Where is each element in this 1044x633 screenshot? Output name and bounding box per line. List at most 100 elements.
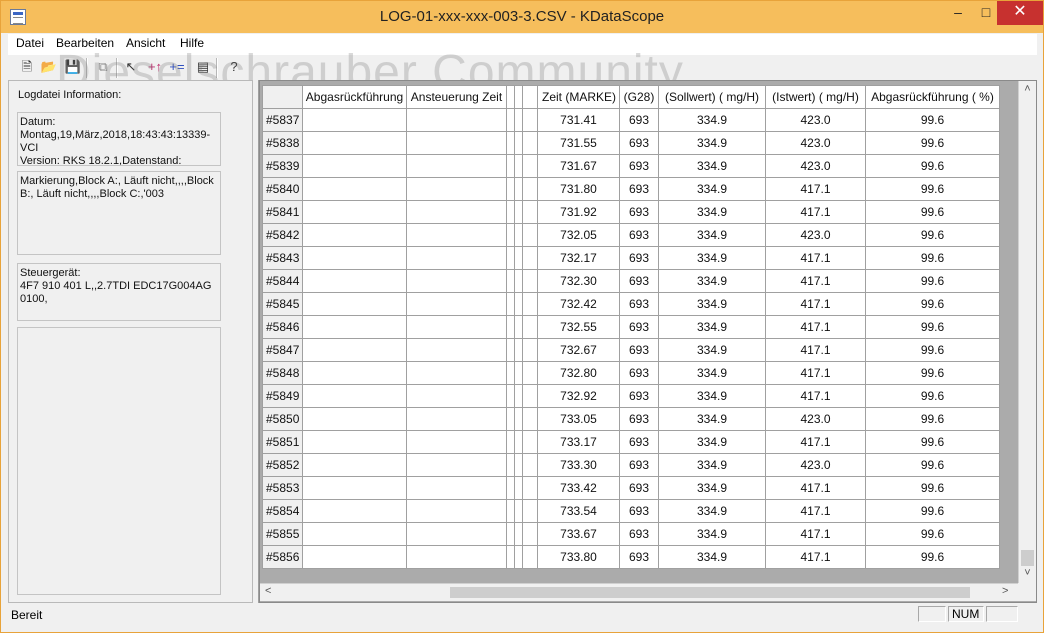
table-cell[interactable]: 732.30 — [537, 269, 620, 293]
table-cell[interactable] — [514, 430, 523, 454]
open-folder-icon[interactable]: 📂 — [40, 58, 58, 76]
table-cell[interactable]: 693 — [619, 177, 659, 201]
table-cell[interactable] — [406, 200, 507, 224]
column-header[interactable]: (Sollwert) ( mg/H) — [658, 85, 766, 109]
row-number[interactable]: #5852 — [262, 453, 303, 477]
table-cell[interactable]: 99.6 — [865, 177, 1000, 201]
table-cell[interactable] — [302, 361, 407, 385]
row-number[interactable]: #5847 — [262, 338, 303, 362]
table-cell[interactable] — [514, 522, 523, 546]
print-icon[interactable]: ▤ — [194, 58, 212, 76]
table-cell[interactable] — [514, 338, 523, 362]
table-cell[interactable] — [514, 269, 523, 293]
row-number[interactable]: #5845 — [262, 292, 303, 316]
table-cell[interactable] — [506, 545, 515, 569]
table-cell[interactable] — [302, 384, 407, 408]
table-cell[interactable]: 423.0 — [765, 453, 866, 477]
table-cell[interactable] — [514, 223, 523, 247]
table-cell[interactable]: 693 — [619, 430, 659, 454]
table-cell[interactable]: 693 — [619, 246, 659, 270]
table-cell[interactable]: 693 — [619, 108, 659, 132]
copy-icon[interactable]: ⧉ — [94, 58, 112, 76]
table-cell[interactable]: 334.9 — [658, 453, 766, 477]
table-cell[interactable] — [302, 223, 407, 247]
table-cell[interactable]: 732.17 — [537, 246, 620, 270]
row-number[interactable]: #5846 — [262, 315, 303, 339]
table-cell[interactable]: 417.1 — [765, 361, 866, 385]
table-cell[interactable]: 693 — [619, 407, 659, 431]
table-cell[interactable] — [514, 177, 523, 201]
table-cell[interactable]: 733.30 — [537, 453, 620, 477]
vertical-scroll-thumb[interactable] — [1021, 550, 1034, 566]
table-cell[interactable]: 417.1 — [765, 338, 866, 362]
table-cell[interactable] — [506, 223, 515, 247]
table-cell[interactable] — [514, 292, 523, 316]
row-number[interactable]: #5837 — [262, 108, 303, 132]
table-cell[interactable]: 731.92 — [537, 200, 620, 224]
table-row[interactable]: #5847 732.67 693 334.9 417.1 99.6 — [262, 338, 1000, 362]
table-cell[interactable]: 733.17 — [537, 430, 620, 454]
table-cell[interactable]: 334.9 — [658, 499, 766, 523]
table-cell[interactable] — [506, 200, 515, 224]
table-cell[interactable]: 731.80 — [537, 177, 620, 201]
table-cell[interactable] — [522, 246, 538, 270]
table-cell[interactable] — [522, 430, 538, 454]
row-number[interactable]: #5841 — [262, 200, 303, 224]
table-cell[interactable]: 417.1 — [765, 177, 866, 201]
column-header[interactable] — [522, 85, 538, 109]
table-cell[interactable] — [406, 131, 507, 155]
table-row[interactable]: #5842 732.05 693 334.9 423.0 99.6 — [262, 223, 1000, 247]
table-cell[interactable]: 334.9 — [658, 430, 766, 454]
table-cell[interactable] — [506, 315, 515, 339]
row-number[interactable]: #5839 — [262, 154, 303, 178]
horizontal-scrollbar[interactable]: < > — [260, 583, 1018, 601]
table-cell[interactable]: 423.0 — [765, 154, 866, 178]
table-row[interactable]: #5845 732.42 693 334.9 417.1 99.6 — [262, 292, 1000, 316]
table-cell[interactable] — [522, 292, 538, 316]
table-cell[interactable]: 99.6 — [865, 476, 1000, 500]
table-cell[interactable] — [522, 177, 538, 201]
table-cell[interactable]: 733.80 — [537, 545, 620, 569]
table-cell[interactable]: 693 — [619, 499, 659, 523]
table-cell[interactable] — [506, 453, 515, 477]
table-cell[interactable] — [506, 384, 515, 408]
row-number[interactable]: #5850 — [262, 407, 303, 431]
table-cell[interactable] — [302, 315, 407, 339]
table-cell[interactable]: 417.1 — [765, 246, 866, 270]
table-cell[interactable] — [406, 384, 507, 408]
table-cell[interactable]: 99.6 — [865, 315, 1000, 339]
column-header[interactable]: (G28) — [619, 85, 659, 109]
table-cell[interactable]: 693 — [619, 361, 659, 385]
table-cell[interactable] — [514, 108, 523, 132]
table-cell[interactable] — [406, 453, 507, 477]
help-icon[interactable]: ? — [225, 58, 243, 76]
minimize-button[interactable]: – — [943, 1, 973, 25]
table-cell[interactable] — [522, 200, 538, 224]
table-cell[interactable] — [514, 476, 523, 500]
table-cell[interactable]: 417.1 — [765, 269, 866, 293]
table-cell[interactable] — [506, 522, 515, 546]
add-marker-icon[interactable]: +↑ — [146, 58, 164, 76]
table-cell[interactable] — [514, 407, 523, 431]
table-row[interactable]: #5840 731.80 693 334.9 417.1 99.6 — [262, 177, 1000, 201]
table-cell[interactable] — [522, 223, 538, 247]
table-cell[interactable]: 99.6 — [865, 545, 1000, 569]
table-cell[interactable]: 417.1 — [765, 292, 866, 316]
horizontal-scroll-thumb[interactable] — [450, 587, 970, 598]
table-cell[interactable]: 417.1 — [765, 499, 866, 523]
table-cell[interactable]: 693 — [619, 315, 659, 339]
table-cell[interactable]: 732.55 — [537, 315, 620, 339]
table-row[interactable]: #5856 733.80 693 334.9 417.1 99.6 — [262, 545, 1000, 569]
table-cell[interactable] — [506, 338, 515, 362]
table-cell[interactable] — [514, 384, 523, 408]
table-row[interactable]: #5853 733.42 693 334.9 417.1 99.6 — [262, 476, 1000, 500]
table-cell[interactable]: 99.6 — [865, 384, 1000, 408]
menu-datei[interactable]: Datei — [16, 36, 44, 50]
table-cell[interactable]: 417.1 — [765, 476, 866, 500]
table-cell[interactable]: 693 — [619, 476, 659, 500]
table-cell[interactable] — [406, 269, 507, 293]
table-cell[interactable]: 732.42 — [537, 292, 620, 316]
table-cell[interactable] — [514, 499, 523, 523]
table-cell[interactable] — [522, 154, 538, 178]
table-row[interactable]: #5855 733.67 693 334.9 417.1 99.6 — [262, 522, 1000, 546]
